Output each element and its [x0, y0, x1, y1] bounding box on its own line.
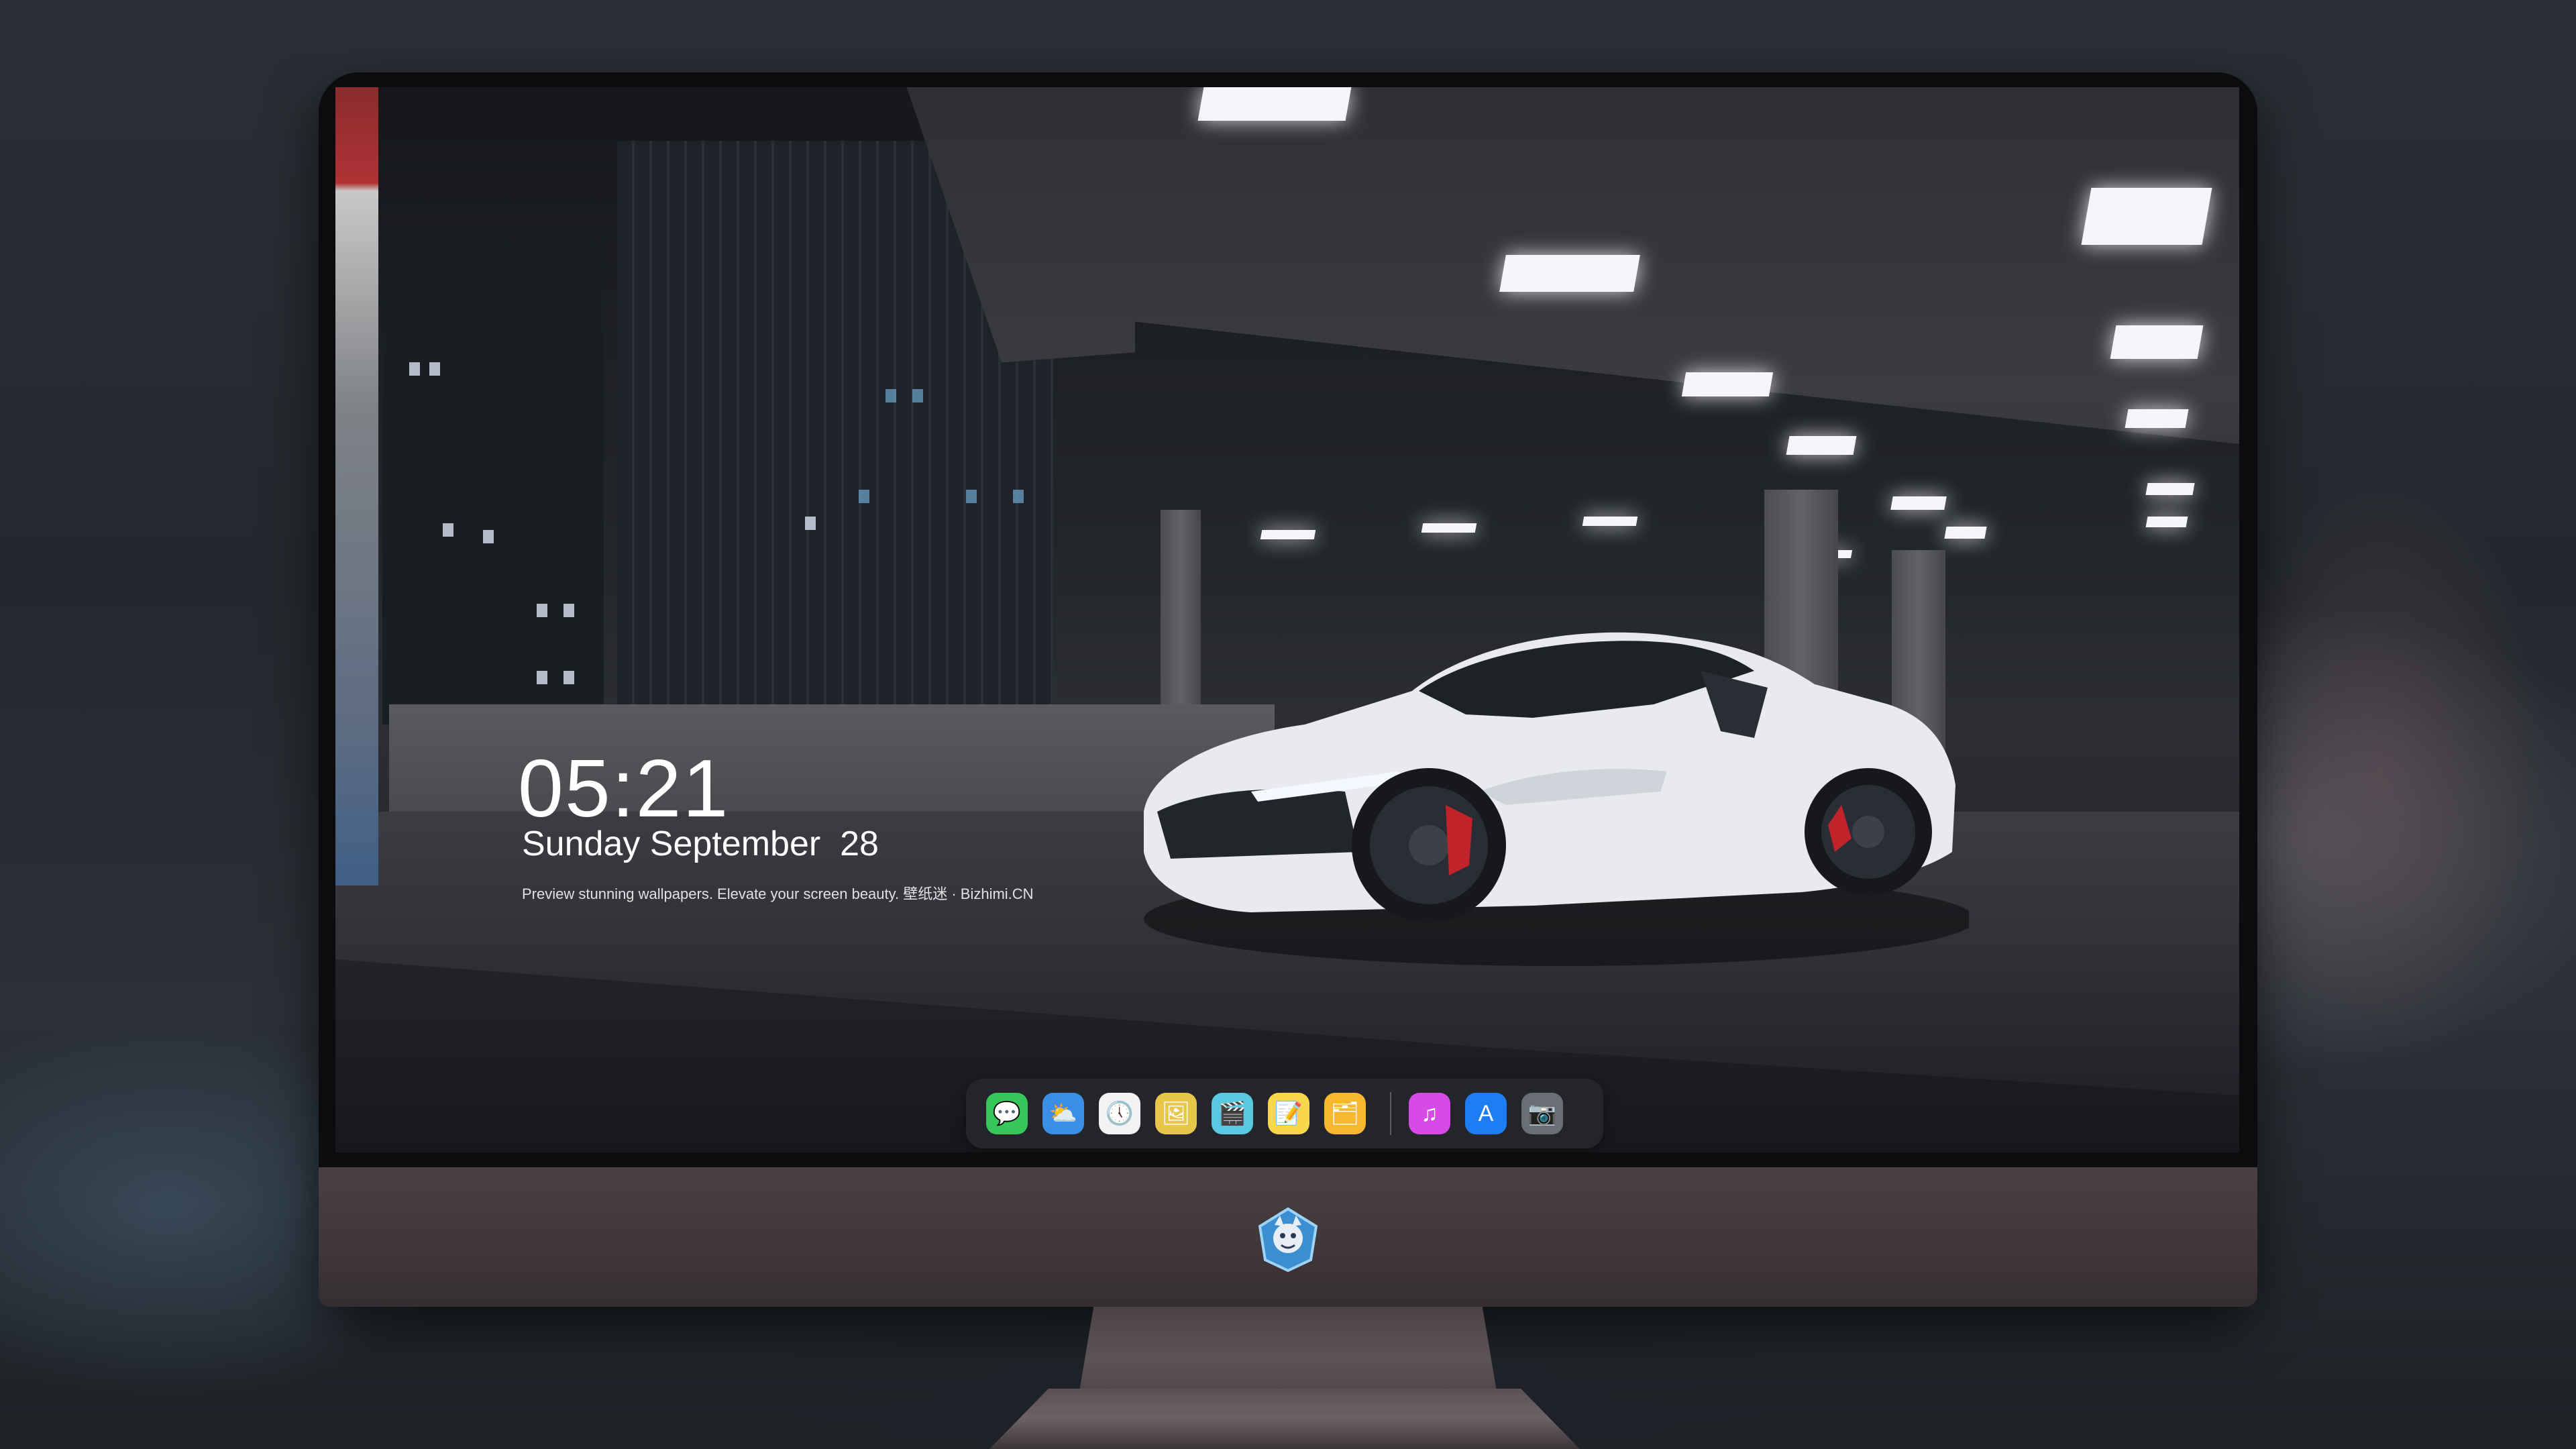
sports-car — [1144, 632, 1969, 966]
background-glow — [2214, 470, 2549, 1073]
clock-icon[interactable]: 🕔 — [1099, 1093, 1140, 1134]
ceiling-light — [2110, 325, 2204, 359]
ceiling-light — [1260, 530, 1316, 539]
ceiling-light — [2081, 188, 2212, 245]
preview-icon[interactable]: 🖼 — [1155, 1093, 1197, 1134]
lock-screen: 05:21 Sunday September 28 Preview stunni… — [335, 87, 2239, 1152]
ceiling-light — [1681, 372, 1774, 396]
ceiling-light — [1197, 87, 1352, 121]
dock-separator — [1390, 1092, 1391, 1135]
camera-icon[interactable]: 📷 — [1521, 1093, 1563, 1134]
ceiling-light — [2145, 517, 2188, 527]
app-store-icon[interactable]: A — [1465, 1093, 1507, 1134]
weather-icon[interactable]: ⛅ — [1042, 1093, 1084, 1134]
ceiling-light — [2145, 483, 2195, 495]
ceiling-light — [1944, 527, 1987, 539]
messages-icon[interactable]: 💬 — [986, 1093, 1028, 1134]
wallpaper-tagline: Preview stunning wallpapers. Elevate you… — [522, 885, 1034, 902]
ceiling-light — [1890, 496, 1947, 510]
dock: 💬 ⛅ 🕔 🖼 🎬 📝 🗂 ♫ A 📷 — [966, 1079, 1603, 1148]
logo-emblem-icon — [1258, 1207, 1318, 1273]
building-left — [382, 241, 604, 738]
ceiling-light — [1421, 523, 1477, 533]
clips-icon[interactable]: 🎬 — [1212, 1093, 1253, 1134]
notes-icon[interactable]: 📝 — [1268, 1093, 1309, 1134]
lock-screen-date: Sunday September 28 — [522, 824, 879, 863]
ceiling-light — [1499, 255, 1640, 292]
red-post — [335, 87, 378, 885]
ceiling-light — [1786, 436, 1857, 455]
photos-icon[interactable]: 🗂 — [1324, 1093, 1366, 1134]
lock-screen-time: 05:21 — [518, 743, 730, 834]
ceiling-light — [2125, 409, 2189, 428]
ceiling-light — [1582, 517, 1638, 526]
music-icon[interactable]: ♫ — [1409, 1093, 1450, 1134]
monitor-stand-base — [989, 1389, 1580, 1449]
